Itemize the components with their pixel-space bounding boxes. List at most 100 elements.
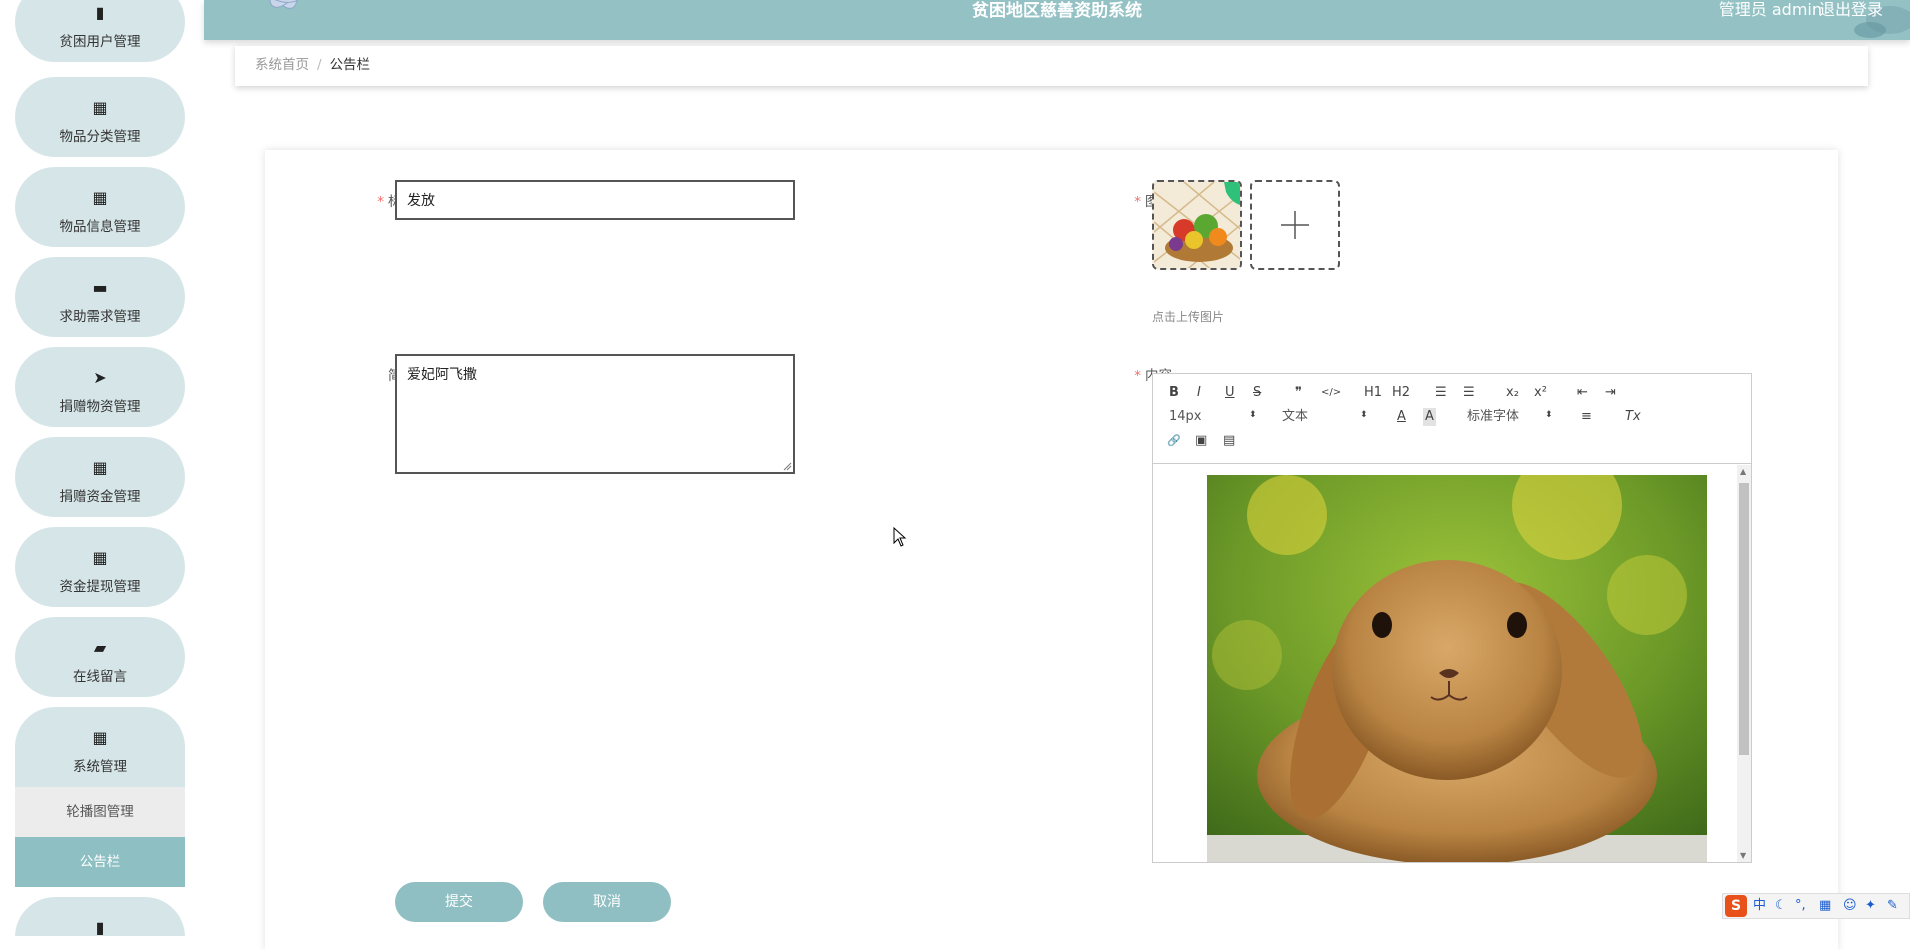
uploaded-image-thumbnail[interactable] [1152, 180, 1242, 270]
code-block-button[interactable]: </> [1321, 384, 1341, 402]
required-mark: * [377, 194, 384, 210]
strikethrough-button[interactable]: S [1253, 384, 1261, 402]
menu-label: 捐赠物资管理 [59, 399, 141, 415]
resize-grip-icon[interactable] [782, 461, 792, 471]
menu-item-online-message[interactable]: ▰ 在线留言 [15, 617, 185, 697]
system-title: 贫困地区慈善资助系统 [972, 1, 1142, 21]
plus-icon [1281, 211, 1309, 239]
ordered-list-button[interactable]: ☰ [1435, 384, 1447, 402]
outdent-button[interactable]: ⇤ [1577, 384, 1588, 402]
indent-button[interactable]: ⇥ [1605, 384, 1616, 402]
clipboard-icon: ▮ [95, 918, 105, 936]
breadcrumb-separator: / [317, 57, 322, 73]
menu-label: 在线留言 [73, 669, 127, 685]
moon-icon[interactable]: ☾ [1775, 894, 1787, 918]
sogou-logo-icon[interactable]: S [1725, 895, 1747, 917]
cancel-button[interactable]: 取消 [543, 882, 671, 922]
current-user: 管理员 admin [1718, 0, 1822, 19]
user-icon[interactable]: ☺ [1843, 894, 1857, 918]
video-button[interactable]: ▤ [1223, 432, 1235, 450]
image-button[interactable]: ▣ [1195, 432, 1207, 450]
font-family-arrow-icon[interactable]: ⬍ [1545, 411, 1553, 420]
upload-hint: 点击上传图片 [1152, 310, 1225, 324]
bold-button[interactable]: B [1169, 384, 1179, 402]
intro-textarea[interactable]: 爱妃阿飞撒 [395, 354, 795, 474]
menu-item-goods-category[interactable]: ▦ 物品分类管理 [15, 77, 185, 157]
menu-item-donated-funds[interactable]: ▦ 捐赠资金管理 [15, 437, 185, 517]
submit-button[interactable]: 提交 [395, 882, 523, 922]
bullet-list-button[interactable]: ☰ [1463, 384, 1475, 402]
font-color-button[interactable]: A [1397, 408, 1406, 426]
menu-label: 物品分类管理 [59, 129, 141, 145]
menu-item-more[interactable]: ▮ [15, 897, 185, 936]
scrollbar-thumb[interactable] [1739, 483, 1749, 755]
font-size-select[interactable]: 14px [1169, 408, 1202, 426]
top-header: 贫困地区慈善资助系统 管理员 admin 退出登录 [204, 0, 1910, 40]
blockquote-button[interactable]: ❞ [1295, 384, 1302, 402]
menu-item-goods-info[interactable]: ▦ 物品信息管理 [15, 167, 185, 247]
underline-button[interactable]: U [1225, 384, 1235, 402]
heading1-button[interactable]: H1 [1364, 384, 1382, 402]
link-button[interactable]: 🔗 [1167, 432, 1181, 450]
menu-label: 求助需求管理 [59, 309, 141, 325]
breadcrumb-current: 公告栏 [329, 57, 371, 73]
logout-link[interactable]: 退出登录 [1819, 0, 1883, 20]
breadcrumb-home[interactable]: 系统首页 [255, 57, 309, 73]
superscript-button[interactable]: x² [1534, 384, 1547, 402]
title-input[interactable] [395, 180, 795, 220]
grid-icon: ▦ [92, 458, 108, 477]
form-card: *标题 简介 爱妃阿飞撒 *图片 [265, 150, 1838, 950]
wrench-icon[interactable]: ✎ [1887, 894, 1898, 918]
editor-content-area[interactable] [1153, 465, 1751, 862]
vegetable-basket-image [1154, 182, 1240, 268]
subscript-button[interactable]: x₂ [1506, 384, 1519, 402]
paragraph-select[interactable]: 文本 [1282, 408, 1308, 426]
editor-toolbar: B I U S ❞ </> H1 H2 ☰ ☰ x₂ x² ⇤ ⇥ 14px ⬍… [1153, 374, 1751, 464]
menu-item-help-requests[interactable]: ▬ 求助需求管理 [15, 257, 185, 337]
font-family-select[interactable]: 标准字体 [1467, 408, 1519, 426]
menu-label: 资金提现管理 [59, 579, 141, 595]
required-mark: * [1134, 368, 1141, 384]
menu-item-donated-goods[interactable]: ➤ 捐赠物资管理 [15, 347, 185, 427]
system-submenu: 轮播图管理 公告栏 [15, 787, 185, 887]
menu-item-fund-withdrawal[interactable]: ▦ 资金提现管理 [15, 527, 185, 607]
menu-label: 系统管理 [73, 759, 127, 775]
scroll-up-icon[interactable]: ▲ [1740, 467, 1746, 476]
italic-button[interactable]: I [1197, 384, 1201, 402]
grid-icon: ▦ [92, 188, 108, 207]
heading2-button[interactable]: H2 [1392, 384, 1410, 402]
sidebar: ▮ 贫困用户管理 ▦ 物品分类管理 ▦ 物品信息管理 ▬ 求助需求管理 ➤ 捐赠… [0, 0, 204, 936]
ime-language-toggle[interactable]: 中 [1753, 894, 1766, 918]
grid-icon: ▦ [92, 98, 108, 117]
background-color-button[interactable]: A [1423, 408, 1436, 426]
menu-label: 物品信息管理 [59, 219, 141, 235]
clipboard-icon: ▮ [95, 3, 105, 22]
submenu-item-carousel[interactable]: 轮播图管理 [15, 787, 185, 837]
upload-image-button[interactable] [1250, 180, 1340, 270]
keyboard-icon[interactable]: ▦ [1819, 894, 1831, 918]
menu-label: 贫困用户管理 [59, 34, 141, 50]
scroll-down-icon[interactable]: ▼ [1740, 851, 1746, 860]
editor-scrollbar[interactable]: ▲ ▼ [1737, 465, 1751, 862]
rich-text-editor: B I U S ❞ </> H1 H2 ☰ ☰ x₂ x² ⇤ ⇥ 14px ⬍… [1152, 373, 1752, 863]
grid-icon: ▦ [92, 728, 108, 747]
submenu-item-notice-board[interactable]: 公告栏 [15, 837, 185, 887]
shirt-icon[interactable]: ✦ [1865, 894, 1876, 918]
menu-item-poor-users[interactable]: ▮ 贫困用户管理 [15, 0, 185, 62]
send-icon: ➤ [93, 368, 107, 387]
briefcase-icon: ▰ [93, 638, 107, 657]
required-mark: * [1134, 194, 1141, 210]
menu-item-system-management[interactable]: ▦ 系统管理 [15, 707, 185, 787]
clean-format-button[interactable]: Tx [1625, 408, 1641, 426]
font-size-arrow-icon[interactable]: ⬍ [1249, 411, 1257, 420]
paragraph-arrow-icon[interactable]: ⬍ [1360, 411, 1368, 420]
mouse-cursor-icon [893, 527, 907, 547]
monitor-icon: ▬ [92, 278, 108, 297]
menu-label: 捐赠资金管理 [59, 489, 141, 505]
grid-icon: ▦ [92, 548, 108, 567]
rabbit-image [1207, 475, 1707, 862]
align-button[interactable]: ≡ [1581, 408, 1592, 426]
breadcrumb: 系统首页 / 公告栏 [235, 46, 1868, 86]
ime-toolbar: S 中 ☾ °, ▦ ☺ ✦ ✎ [1722, 893, 1910, 919]
punctuation-icon[interactable]: °, [1795, 894, 1806, 918]
